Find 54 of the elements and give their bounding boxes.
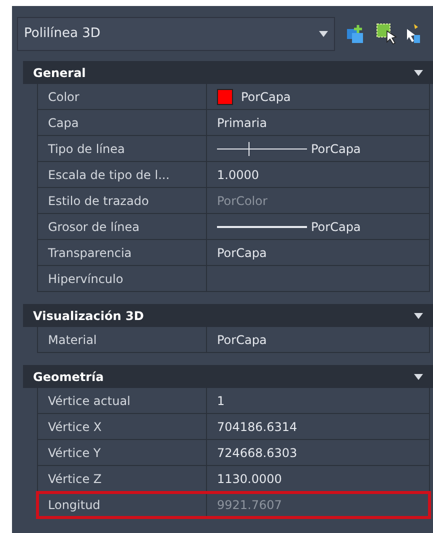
property-value[interactable]: 1.0000 [207, 162, 430, 188]
property-value[interactable]: PorCapa [207, 240, 430, 266]
value-text: 1130.0000 [217, 470, 282, 488]
value-text: PorCapa [241, 88, 291, 106]
property-value[interactable]: 724668.6303 [207, 440, 430, 466]
value-text: PorCapa [217, 244, 267, 262]
property-label: Capa [37, 110, 207, 136]
select-objects-icon[interactable] [376, 23, 398, 45]
property-label: Vértice Y [37, 440, 207, 466]
property-label: Estilo de trazado [37, 188, 207, 214]
lineweight-sample-icon [217, 226, 307, 228]
property-value[interactable]: 1 [207, 388, 430, 414]
quick-select-icon[interactable] [406, 23, 420, 45]
section-header[interactable]: General [23, 61, 433, 84]
value-text: 724668.6303 [217, 444, 298, 462]
linetype-sample-icon [217, 140, 307, 156]
section-header[interactable]: Visualización 3D [23, 304, 433, 327]
add-selection-icon[interactable] [346, 24, 366, 44]
collapse-icon [414, 374, 423, 380]
property-label: Transparencia [37, 240, 207, 266]
property-value[interactable]: PorCapa [207, 214, 430, 240]
value-text: 704186.6314 [217, 418, 298, 436]
property-label: Vértice Z [37, 466, 207, 492]
value-text: 1 [217, 392, 225, 410]
property-label: Vértice actual [37, 388, 207, 414]
property-value[interactable]: 704186.6314 [207, 414, 430, 440]
property-value[interactable]: Primaria [207, 110, 430, 136]
section-header[interactable]: Geometría [23, 365, 433, 388]
property-label: Color [37, 84, 207, 110]
value-text: 1.0000 [217, 166, 259, 184]
dropdown-value: Polilínea 3D [24, 25, 102, 44]
property-value[interactable]: 1130.0000 [207, 466, 430, 492]
section-title: Geometría [33, 368, 105, 386]
property-label: Grosor de línea [37, 214, 207, 240]
value-text: 9921.7607 [217, 496, 282, 514]
value-text: PorCapa [311, 218, 361, 236]
value-text: PorCapa [217, 332, 267, 348]
value-text: PorColor [217, 192, 268, 210]
object-dropdown[interactable]: Polilínea 3D [17, 17, 335, 51]
property-label: Escala de tipo de l... [37, 162, 207, 188]
collapse-icon [414, 312, 423, 318]
property-label: Tipo de línea [37, 136, 207, 162]
value-text: Primaria [217, 114, 267, 132]
value-text: PorCapa [311, 140, 361, 158]
property-label: Material [37, 327, 207, 353]
property-value[interactable]: PorCapa [207, 84, 430, 110]
property-label: Hipervínculo [37, 266, 207, 292]
property-value[interactable]: PorCapa [207, 327, 430, 353]
section-title: Visualización 3D [33, 308, 145, 324]
property-label: Vértice X [37, 414, 207, 440]
property-value[interactable]: PorCapa [207, 136, 430, 162]
section-title: General [33, 64, 87, 82]
collapse-icon [414, 70, 423, 76]
caret-icon [319, 31, 328, 37]
